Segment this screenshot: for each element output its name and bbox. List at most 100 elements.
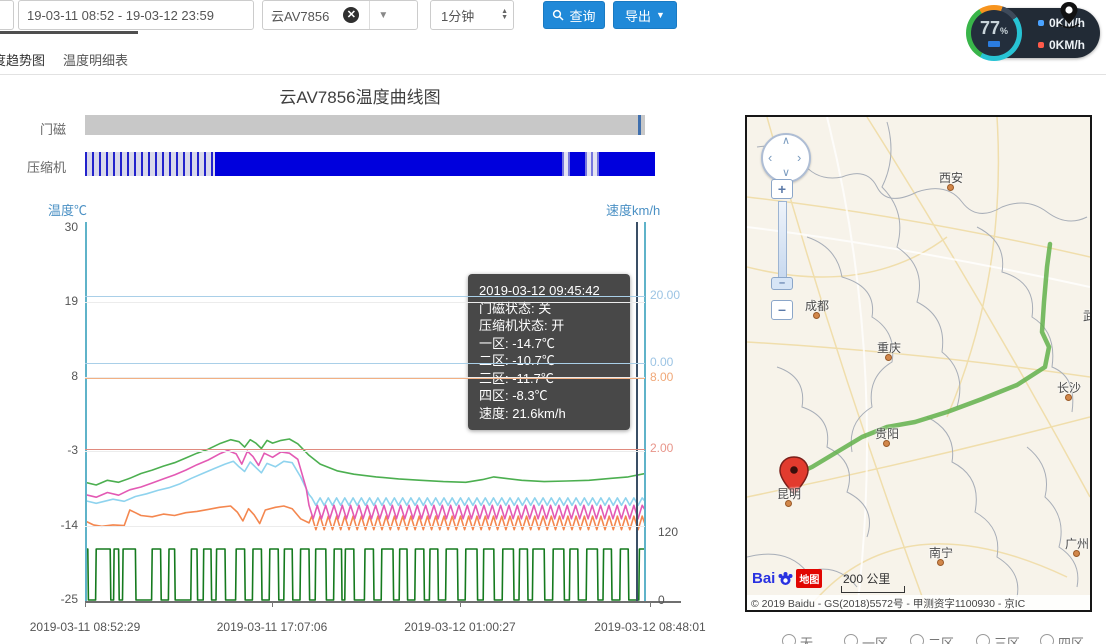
query-button[interactable]: 查询 bbox=[543, 1, 605, 29]
tab-temperature-table[interactable]: 温度明细表 bbox=[63, 50, 128, 69]
zone-radio-二区[interactable] bbox=[910, 634, 924, 644]
city-dot-icon bbox=[1065, 394, 1072, 401]
y-right-tick-label: 0 bbox=[658, 593, 665, 607]
city-dot-icon bbox=[785, 500, 792, 507]
zoom-out-button[interactable]: – bbox=[771, 300, 793, 320]
zone-radio-四区[interactable] bbox=[1040, 634, 1054, 644]
map-pan-control[interactable]: ∧ ∨ ‹ › bbox=[761, 133, 811, 183]
gridline bbox=[85, 451, 645, 452]
compressor-bar-gap bbox=[562, 152, 570, 176]
x-tick-mark bbox=[650, 602, 651, 607]
export-button[interactable]: 导出 ▼ bbox=[613, 1, 677, 29]
tooltip-line: 速度: 21.6km/h bbox=[479, 405, 619, 423]
alarm-ref-line bbox=[85, 363, 645, 364]
tab-temperature-trend[interactable]: 温度趋势图 bbox=[0, 50, 45, 69]
red-dot-icon bbox=[1038, 42, 1044, 48]
app-window: 云AV7856 ✕ ▼ 1分钟 ▲▼ 查询 导出 ▼ 0KM/h 0KM/h 7… bbox=[0, 0, 1106, 644]
tooltip-line: 一区: -14.7℃ bbox=[479, 335, 619, 353]
pan-up-icon[interactable]: ∧ bbox=[782, 134, 790, 147]
pan-left-icon[interactable]: ‹ bbox=[768, 150, 772, 165]
y-right-axis-title: 速度km/h bbox=[606, 200, 660, 219]
series-speed bbox=[85, 549, 645, 600]
city-dot-icon bbox=[937, 559, 944, 566]
map-roads bbox=[747, 117, 1090, 610]
y-right-tick-label: 120 bbox=[658, 525, 678, 539]
y-left-tick-label: 30 bbox=[48, 220, 78, 234]
city-dot-icon bbox=[1073, 550, 1080, 557]
x-tick-label: 2019-03-12 01:00:27 bbox=[404, 620, 515, 634]
map-scale-label: 200 公里 bbox=[843, 570, 890, 587]
location-pin-icon[interactable] bbox=[1052, 0, 1086, 32]
y-left-axis-line bbox=[85, 222, 87, 602]
x-tick-label: 2019-03-11 08:52:29 bbox=[30, 620, 141, 634]
zone-radio-label: 三区 bbox=[994, 633, 1020, 644]
alarm-ref-label: 8.00 bbox=[650, 370, 673, 384]
door-status-bar[interactable] bbox=[85, 115, 645, 135]
chevron-down-icon[interactable]: ▼ bbox=[378, 10, 388, 21]
route-polyline bbox=[794, 244, 1050, 475]
zoom-slider-track[interactable] bbox=[778, 201, 787, 279]
interval-value: 1分钟 bbox=[441, 6, 474, 25]
chart-title: 云AV7856温度曲线图 bbox=[160, 83, 560, 108]
zone-radio-三区[interactable] bbox=[976, 634, 990, 644]
zone-radio-label: 一区 bbox=[862, 633, 888, 644]
gridline bbox=[85, 302, 645, 303]
x-tick-mark bbox=[460, 602, 461, 607]
percent-gauge: 77% bbox=[966, 5, 1022, 61]
gridline bbox=[85, 526, 645, 527]
baidu-logo-text: Bai bbox=[752, 570, 775, 587]
x-axis-line bbox=[85, 601, 681, 603]
speed-bottom-value: 0KM/h bbox=[1049, 38, 1085, 52]
gauge-percent-value: 77 bbox=[980, 18, 1000, 38]
map-scale-bar bbox=[841, 586, 905, 593]
alarm-ref-line bbox=[85, 449, 645, 450]
x-tick-label: 2019-03-11 17:07:06 bbox=[217, 620, 328, 634]
zoom-slider-handle[interactable]: – bbox=[771, 277, 793, 290]
query-button-label: 查询 bbox=[569, 6, 595, 25]
speed-bottom-row: 0KM/h bbox=[1038, 38, 1085, 52]
tooltip-line: 二区: -10.7℃ bbox=[479, 352, 619, 370]
export-button-label: 导出 bbox=[625, 6, 651, 25]
alarm-ref-line bbox=[85, 378, 645, 379]
city-dot-icon bbox=[885, 354, 892, 361]
x-tick-label: 2019-03-12 08:48:01 bbox=[594, 620, 705, 634]
y-left-axis-title: 温度℃ bbox=[48, 200, 87, 219]
city-dot-icon bbox=[883, 440, 890, 447]
baidu-map-panel[interactable]: ∧ ∨ ‹ › + – – 西安成都重庆贵阳长沙南宁广州武汉昆明 Bai 地图 … bbox=[745, 115, 1092, 612]
tooltip-line: 压缩机状态: 开 bbox=[479, 317, 619, 335]
city-dot-icon bbox=[813, 312, 820, 319]
clear-vehicle-icon[interactable]: ✕ bbox=[343, 7, 359, 23]
zone-radio-label: 四区 bbox=[1058, 633, 1084, 644]
search-icon bbox=[552, 9, 564, 21]
zone-radio-label: 二区 bbox=[928, 633, 954, 644]
door-bar-label: 门磁 bbox=[40, 119, 66, 138]
alarm-ref-line bbox=[85, 296, 645, 297]
city-label: 武汉 bbox=[1083, 307, 1092, 324]
stepper-arrows-icon[interactable]: ▲▼ bbox=[501, 9, 508, 21]
compressor-bar-striped-segment[interactable] bbox=[85, 152, 215, 176]
map-canvas bbox=[747, 117, 1090, 610]
series-四区 bbox=[85, 439, 645, 485]
series-三区 bbox=[85, 451, 645, 519]
y-left-tick-label: -3 bbox=[48, 443, 78, 457]
interval-spinner[interactable]: 1分钟 ▲▼ bbox=[430, 0, 514, 30]
zone-radio-无[interactable] bbox=[782, 634, 796, 644]
zone-radio-一区[interactable] bbox=[844, 634, 858, 644]
toolbar-partial-control[interactable] bbox=[0, 0, 14, 30]
pan-right-icon[interactable]: › bbox=[797, 150, 801, 165]
city-dot-icon bbox=[1091, 322, 1092, 329]
city-dot-icon bbox=[947, 184, 954, 191]
tabbar-divider bbox=[0, 74, 1106, 75]
door-open-event-tick bbox=[638, 115, 641, 135]
chart-tooltip: 2019-03-12 09:45:42 门磁状态: 关压缩机状态: 开一区: -… bbox=[468, 274, 630, 430]
gauge-percent-unit: % bbox=[1000, 26, 1008, 36]
pan-down-icon[interactable]: ∨ bbox=[782, 166, 790, 179]
compressor-bar-label: 压缩机 bbox=[27, 157, 66, 176]
date-range-input[interactable] bbox=[18, 0, 254, 30]
map-attribution: © 2019 Baidu - GS(2018)5572号 - 甲测资字11009… bbox=[747, 595, 1090, 610]
zoom-in-button[interactable]: + bbox=[771, 179, 793, 199]
baidu-paw-icon bbox=[777, 570, 794, 587]
y-left-tick-label: -25 bbox=[48, 592, 78, 606]
vehicle-select[interactable]: 云AV7856 ✕ ▼ bbox=[262, 0, 418, 30]
vehicle-select-value: 云AV7856 bbox=[271, 6, 329, 25]
